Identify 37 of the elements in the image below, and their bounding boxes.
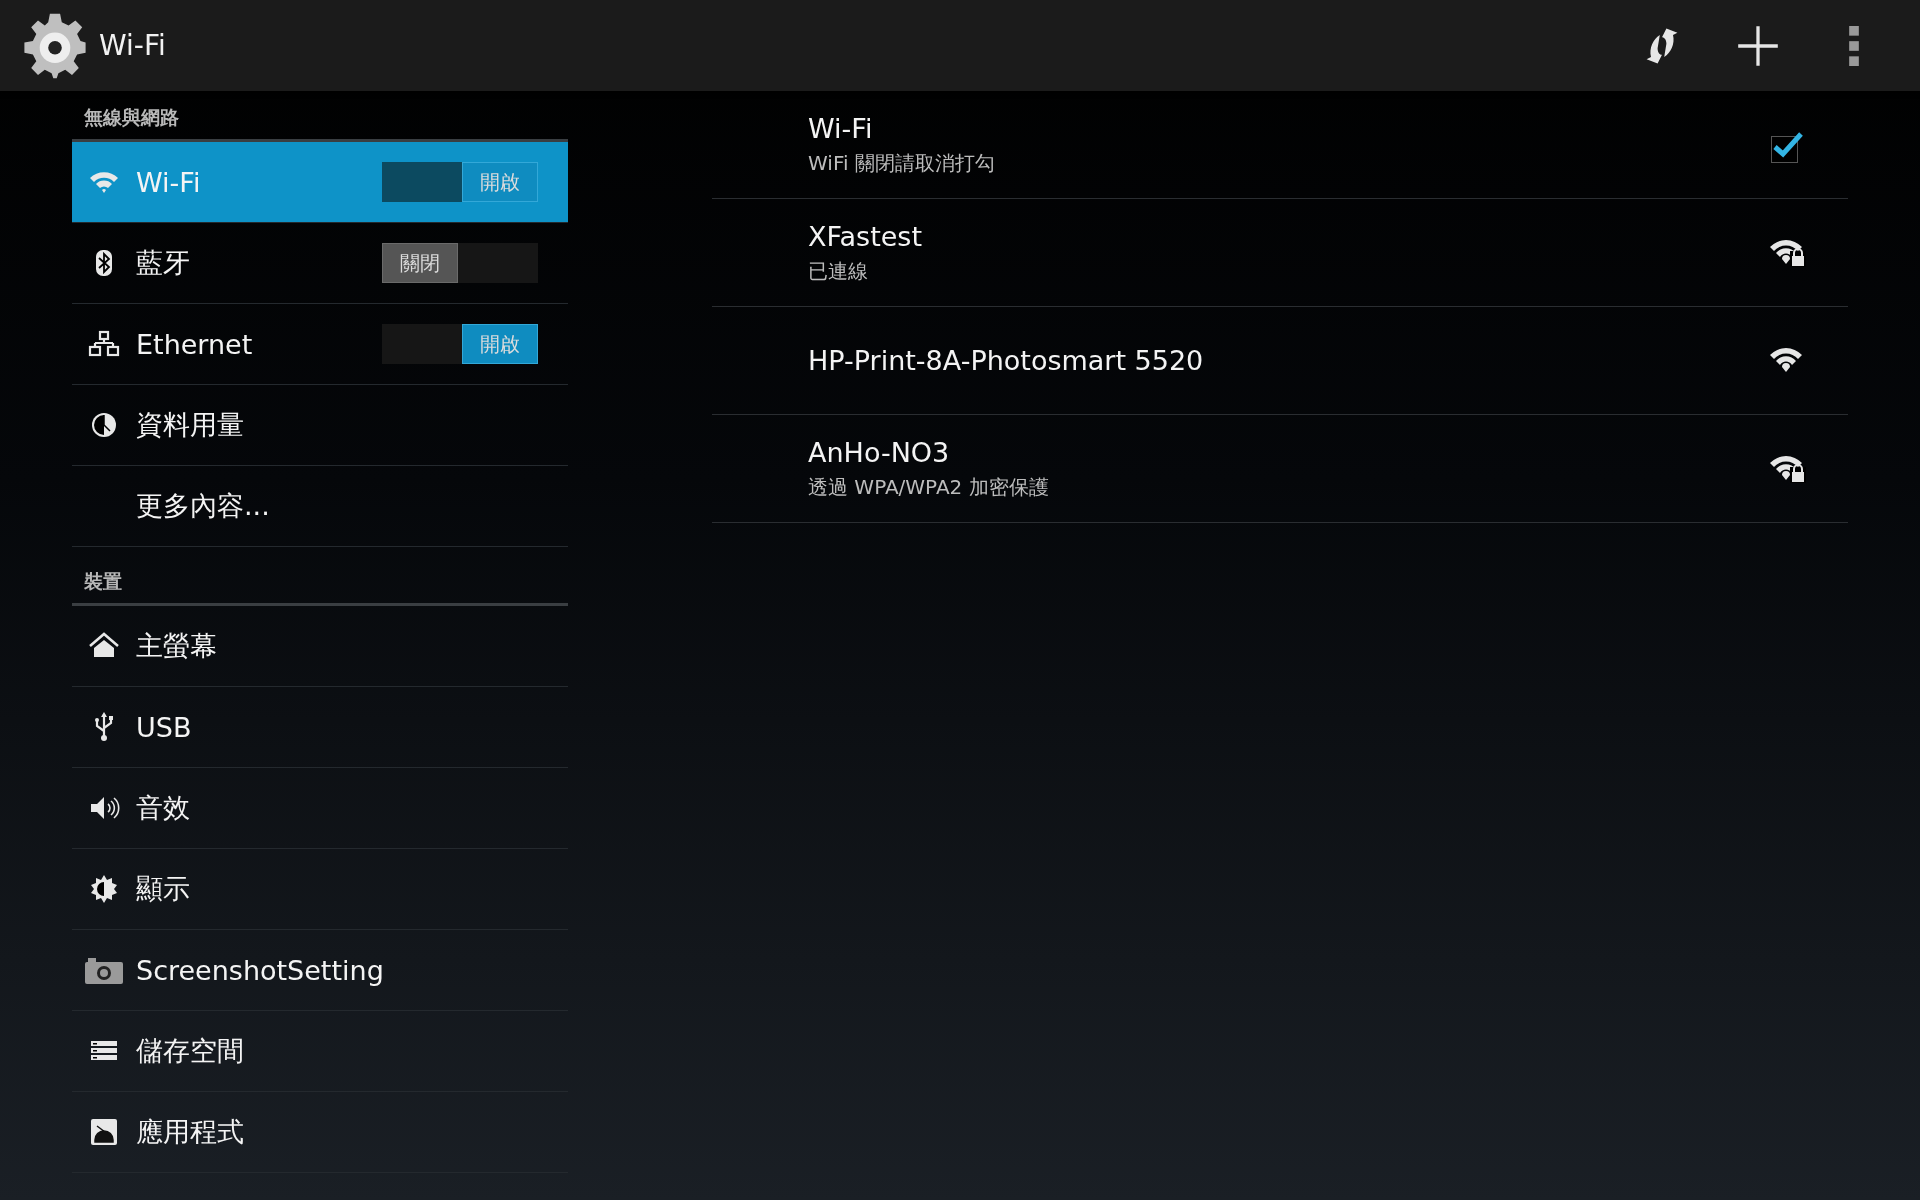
setting-title: Wi-Fi bbox=[808, 112, 874, 144]
settings-item[interactable]: 藍牙 關閉 bbox=[72, 223, 568, 304]
network-name: AnHo-NO3 bbox=[808, 436, 951, 468]
item-label: ScreenshotSetting bbox=[136, 954, 385, 986]
menu-icon bbox=[1849, 25, 1859, 66]
settings-item[interactable]: 主螢幕 bbox=[72, 606, 568, 687]
plus-icon bbox=[1736, 23, 1780, 68]
toggle-switch[interactable]: 關閉 bbox=[382, 243, 538, 283]
network-status: 透過 WPA/WPA2 加密保護 bbox=[808, 473, 1050, 501]
item-label: 主螢幕 bbox=[136, 629, 218, 663]
network-name: HP-Print-8A-Photosmart 5520 bbox=[808, 345, 1205, 376]
settings-icon bbox=[21, 11, 89, 80]
settings-item[interactable]: 資料用量 bbox=[72, 385, 568, 466]
item-label: 儲存空間 bbox=[136, 1034, 245, 1068]
brightness-icon bbox=[88, 873, 120, 905]
item-label: 藍牙 bbox=[136, 246, 191, 280]
setting-summary: WiFi 關閉請取消打勾 bbox=[808, 149, 996, 177]
settings-item[interactable]: 應用程式 bbox=[72, 1092, 568, 1173]
item-label: 顯示 bbox=[136, 872, 191, 906]
settings-item[interactable]: 顯示 bbox=[72, 849, 568, 930]
item-label: 更多內容... bbox=[136, 489, 271, 523]
item-label: Ethernet bbox=[136, 328, 254, 360]
settings-item[interactable]: 儲存空間 bbox=[72, 1011, 568, 1092]
item-label: 音效 bbox=[136, 791, 191, 825]
item-label: USB bbox=[136, 711, 193, 743]
window-title: Wi-Fi bbox=[99, 29, 166, 62]
item-label: Wi-Fi bbox=[136, 166, 202, 198]
item-label: 資料用量 bbox=[136, 408, 245, 442]
settings-item[interactable]: 音效 bbox=[72, 768, 568, 849]
item-label: 應用程式 bbox=[136, 1115, 245, 1149]
section-header: 裝置 bbox=[72, 547, 568, 606]
settings-item[interactable]: USB bbox=[72, 687, 568, 768]
settings-item[interactable]: Ethernet 開啟 bbox=[72, 304, 568, 385]
network-status: 已連線 bbox=[808, 257, 869, 285]
settings-item[interactable]: 更多內容... bbox=[72, 466, 568, 547]
settings-item[interactable]: ScreenshotSetting bbox=[72, 930, 568, 1011]
network-name: XFastest bbox=[808, 220, 923, 252]
